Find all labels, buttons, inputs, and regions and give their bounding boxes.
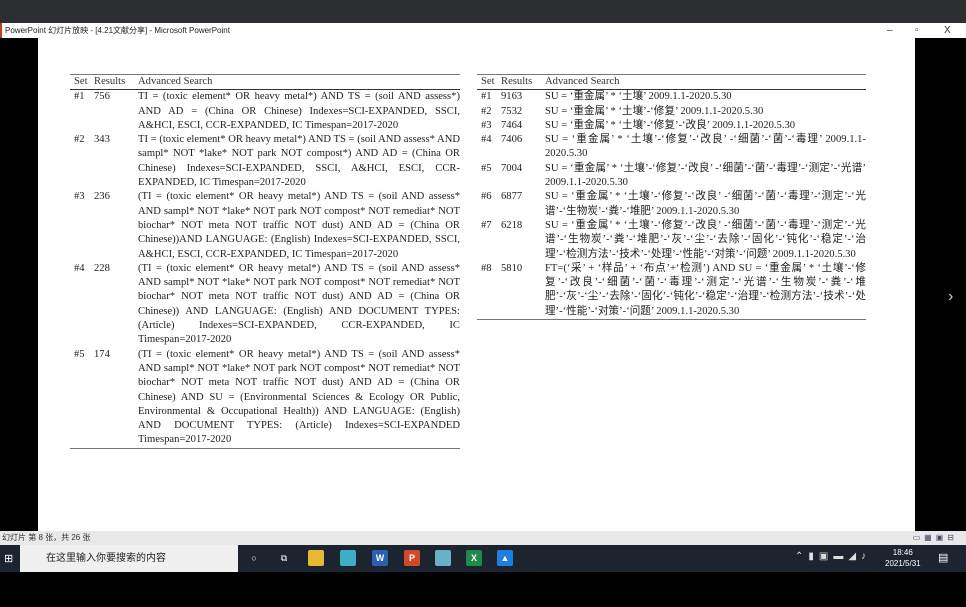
row-results: 7406 [501, 134, 523, 146]
header-advanced-search: Advanced Search [545, 73, 866, 91]
row-results: 5810 [501, 261, 545, 321]
row-results: 343 [94, 134, 110, 146]
row-query: TI = (toxic element* OR heavy metal*) AN… [138, 91, 460, 131]
notes-app-icon[interactable] [435, 550, 451, 566]
word-icon[interactable]: W [372, 550, 388, 566]
row-set: #2 [74, 134, 85, 146]
table-row: #4 228 (TI = (toxic element* OR heavy meta… [70, 262, 460, 348]
row-set: #2 [481, 105, 492, 117]
meeting-app-icon[interactable]: ▲ [497, 550, 513, 566]
row-query: SU = ‘重金属’ * ‘土壤’-‘修复’-‘改良’ -‘细菌’-‘菌’-‘毒… [545, 162, 866, 189]
row-results: 7532 [501, 105, 523, 117]
row-results: 236 [94, 191, 110, 203]
row-set: #4 [74, 262, 85, 274]
view-buttons[interactable]: ▭▦▣⊟ [913, 531, 958, 545]
row-query: SU = ‘重金属’ * ‘土壤’ 2009.1.1-2020.5.30 [545, 91, 732, 103]
row-query: FT=(‘采’ + ‘样品’ + ‘布点’+‘检测’) AND SU = ‘重金… [545, 261, 866, 321]
row-set: #5 [70, 347, 94, 449]
minimize-button[interactable]: – [887, 23, 893, 38]
row-query: TI = (toxic element* OR heavy metal*) AN… [138, 134, 460, 189]
time: 18:46 [892, 548, 913, 557]
taskbar: ⊞ 在这里输入你要搜索的内容 ○ ⧉ W P X ▲ ⌃▮▣▬◢♪ 18:46 … [0, 545, 966, 572]
row-query: SU = ‘重金属’ * ‘土壤’-‘修复’-‘改良’ -‘细菌’-‘菌’-‘毒… [545, 134, 866, 160]
window-titlebar: PowerPoint 幻灯片放映 - [4.21文献分享] - Microsof… [0, 23, 966, 38]
row-query: SU = ‘重金属’ * ‘土壤’-‘修复’-‘改良’ -‘细菌’-‘菌’-‘毒… [545, 191, 866, 217]
top-dark-bar [0, 0, 966, 23]
maximize-button[interactable]: ▫ [915, 23, 919, 38]
header-results: Results [94, 73, 138, 91]
table-row: #1 9163 SU = ‘重金属’ * ‘土壤’ 2009.1.1-2020.5.… [477, 90, 866, 105]
task-view-icon[interactable]: ⧉ [276, 550, 292, 566]
row-set: #1 [74, 91, 85, 103]
table-row: #3 236 (TI = (toxic element* OR heavy meta… [70, 190, 460, 261]
row-query: SU = ‘重金属’ * ‘土壤’-‘修复’ 2009.1.1-2020.5.3… [545, 105, 764, 117]
header-set: Set [70, 73, 94, 91]
table-row: #7 6218 SU = ‘重金属’ * ‘土壤’-‘修复’-‘改良’ -‘细菌’-… [477, 219, 866, 262]
wos-search-table: Set Results Advanced Search #1 756 TI = (t… [70, 73, 460, 449]
table-row: #4 7406 SU = ‘重金属’ * ‘土壤’-‘修复’-‘改良’ -‘细菌’-… [477, 133, 866, 162]
date: 2021/5/31 [885, 559, 921, 568]
table-row: #5 174 (TI = (toxic element* OR heavy meta… [70, 347, 460, 449]
row-set: #7 [481, 219, 492, 231]
file-explorer-icon[interactable] [308, 550, 324, 566]
window-title: PowerPoint 幻灯片放映 - [4.21文献分享] - Microsof… [5, 26, 230, 35]
row-results: 174 [94, 347, 138, 449]
table-row: #1 756 TI = (toxic element* OR heavy metal… [70, 90, 460, 133]
slide: Set Results Advanced Search #1 756 TI = (t… [38, 38, 915, 531]
taskbar-search-input[interactable]: 在这里输入你要搜索的内容 [20, 545, 238, 572]
table-row: #8 5810 FT=(‘采’ + ‘样品’ + ‘布点’+‘检测’) AND SU… [477, 261, 866, 321]
bottom-black-area [0, 572, 966, 607]
row-results: 228 [94, 262, 110, 274]
header-results: Results [501, 73, 545, 91]
row-query: SU = ‘重金属’ * ‘土壤’-‘修复’-‘改良’ -‘细菌’-‘菌’-‘毒… [545, 219, 866, 260]
notification-icon[interactable]: ▤ [938, 551, 948, 564]
row-results: 7004 [501, 162, 523, 174]
header-advanced-search: Advanced Search [138, 73, 460, 91]
row-set: #1 [481, 91, 492, 103]
powerpoint-icon[interactable]: P [404, 550, 420, 566]
row-results: 6877 [501, 191, 523, 203]
table-row: #5 7004 SU = ‘重金属’ * ‘土壤’-‘修复’-‘改良’ -‘细菌’-… [477, 162, 866, 191]
header-set: Set [477, 73, 501, 91]
row-set: #3 [74, 191, 85, 203]
table-row: #6 6877 SU = ‘重金属’ * ‘土壤’-‘修复’-‘改良’ -‘细菌’-… [477, 190, 866, 219]
cortana-icon[interactable]: ○ [246, 550, 262, 566]
windows-start-icon[interactable]: ⊞ [4, 552, 13, 565]
row-results: 9163 [501, 91, 523, 103]
slide-counter: 幻灯片 第 8 张，共 26 张 [2, 533, 91, 542]
cnki-search-table: Set Results Advanced Search #1 9163 SU = ‘… [477, 73, 866, 321]
row-set: #3 [481, 119, 492, 131]
table-row: #3 7464 SU = ‘重金属’ * ‘土壤’-‘修复’-‘改良’ 2009.1… [477, 119, 866, 133]
status-bar: 幻灯片 第 8 张，共 26 张 ▭▦▣⊟ [0, 531, 966, 545]
search-placeholder: 在这里输入你要搜索的内容 [46, 553, 166, 564]
table-row: #2 7532 SU = ‘重金属’ * ‘土壤’-‘修复’ 2009.1.1-20… [477, 105, 866, 119]
excel-icon[interactable]: X [466, 550, 482, 566]
row-query: (TI = (toxic element* OR heavy metal*) A… [138, 262, 460, 346]
next-slide-arrow-icon[interactable]: › [948, 288, 953, 306]
row-query: (TI = (toxic element* OR heavy metal*) A… [138, 191, 460, 260]
row-results: 7464 [501, 119, 523, 131]
row-set: #5 [481, 162, 492, 174]
row-results: 6218 [501, 219, 523, 231]
clock[interactable]: 18:46 2021/5/31 [885, 547, 921, 569]
row-set: #6 [481, 191, 492, 203]
row-set: #8 [477, 261, 501, 321]
row-set: #4 [481, 134, 492, 146]
table-row: #2 343 TI = (toxic element* OR heavy metal… [70, 133, 460, 190]
system-tray-icons[interactable]: ⌃▮▣▬◢♪ [795, 551, 871, 562]
row-query: SU = ‘重金属’ * ‘土壤’-‘修复’-‘改良’ 2009.1.1-202… [545, 119, 796, 131]
row-results: 756 [94, 91, 110, 103]
close-button[interactable]: X [944, 23, 951, 38]
row-query: (TI = (toxic element* OR heavy metal*) A… [138, 347, 460, 449]
app-icon[interactable] [340, 550, 356, 566]
